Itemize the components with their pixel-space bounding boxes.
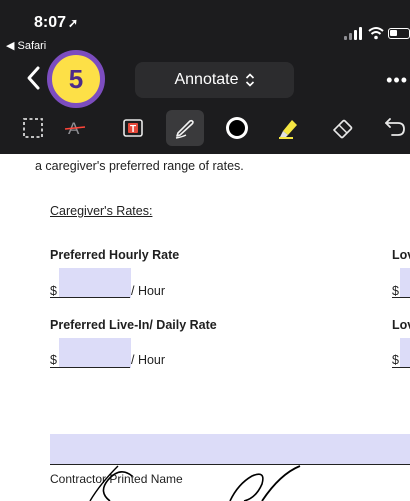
- select-tool-button[interactable]: [14, 110, 52, 146]
- highlighter-tool-icon: [279, 120, 297, 139]
- annotation-toolbar: A T: [0, 106, 410, 152]
- handwritten-signature: [89, 465, 301, 501]
- hourly-rate-field[interactable]: [59, 268, 131, 298]
- text-box-tool-button[interactable]: T: [114, 110, 152, 146]
- lowest-hourly-field[interactable]: [400, 268, 410, 298]
- cellular-signal-bar: [349, 33, 352, 40]
- pen-tool-button[interactable]: [166, 110, 204, 146]
- annotate-mode-button[interactable]: Annotate: [135, 62, 294, 98]
- status-time-text: 8:07: [34, 14, 67, 31]
- lowest-hourly-currency: $: [392, 284, 399, 298]
- pen-tool-icon: [175, 119, 194, 139]
- lowest-live-in-field[interactable]: [400, 338, 410, 368]
- svg-text:T: T: [130, 124, 136, 135]
- strikethrough-tool-icon: A: [64, 119, 86, 138]
- lowest-live-in-currency: $: [392, 353, 399, 367]
- strikethrough-tool-button[interactable]: A: [56, 110, 94, 146]
- intro-text: a caregiver's preferred range of rates.: [35, 159, 244, 173]
- live-in-currency-label: $: [50, 353, 57, 367]
- color-picker-icon: [226, 117, 248, 139]
- cellular-signal-bar: [354, 30, 357, 40]
- hourly-rate-label: Preferred Hourly Rate: [50, 248, 180, 262]
- live-in-rate-field[interactable]: [59, 338, 131, 368]
- undo-button[interactable]: [376, 110, 410, 146]
- more-options-button[interactable]: •••: [386, 70, 408, 91]
- highlighter-tool-button[interactable]: [270, 110, 308, 146]
- eraser-tool-button[interactable]: [324, 110, 362, 146]
- hourly-unit-label: / Hour: [131, 284, 166, 298]
- live-in-unit-label: / Hour: [131, 353, 166, 367]
- chevron-up-down-icon: [245, 73, 254, 87]
- hourly-underline: [50, 297, 130, 298]
- hourly-currency-label: $: [50, 284, 57, 298]
- status-time: 8:07 ➚: [34, 14, 78, 32]
- lowest-live-in-label: Lov: [392, 318, 410, 332]
- live-in-rate-label: Preferred Live-In/ Daily Rate: [50, 318, 217, 332]
- lowest-hourly-label: Lov: [392, 248, 410, 262]
- status-icons: [344, 26, 410, 40]
- chevron-left-icon[interactable]: [22, 64, 46, 92]
- rates-heading: Caregiver's Rates:: [50, 204, 153, 218]
- eraser-tool-icon: [333, 119, 353, 139]
- step-number-badge: 5: [47, 50, 105, 108]
- app-chrome: 8:07 ➚ ◀ Safari 5 Annotate ••• A T: [0, 0, 410, 154]
- location-icon: ➚: [68, 16, 79, 30]
- live-in-underline: [50, 367, 130, 368]
- select-tool-icon: [23, 118, 43, 138]
- battery-icon: [388, 28, 410, 39]
- back-to-safari-link[interactable]: ◀ Safari: [6, 39, 46, 52]
- lowest-live-in-underline: [392, 367, 410, 368]
- wifi-icon: [368, 27, 384, 40]
- undo-icon: [385, 118, 405, 136]
- text-box-tool-icon: T: [123, 119, 143, 137]
- color-picker-button[interactable]: [218, 110, 256, 146]
- mode-label: Annotate: [174, 71, 239, 88]
- lowest-hourly-underline: [392, 297, 410, 298]
- cellular-signal-icon: [344, 36, 347, 40]
- cellular-signal-bar: [359, 27, 362, 40]
- document-page: a caregiver's preferred range of rates. …: [0, 154, 410, 501]
